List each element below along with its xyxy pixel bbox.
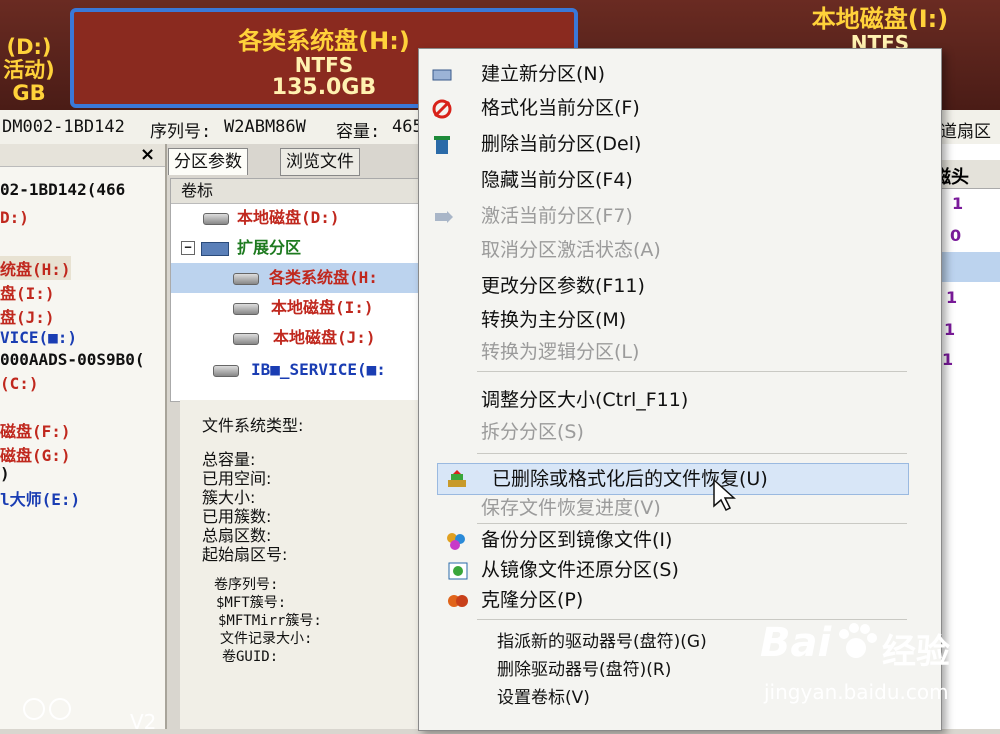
menu-item-resize[interactable]: 调整分区大小(Ctrl_F11) <box>419 385 909 415</box>
baidu-watermark: Bai 经验 jingyan.baidu.com <box>760 620 950 704</box>
serial-value: W2ABM86W <box>224 117 306 137</box>
list-item[interactable]: − 扩展分区 <box>171 233 429 263</box>
hard-disk-icon <box>233 333 259 345</box>
menu-item-format[interactable]: 格式化当前分区(F) <box>419 93 909 123</box>
partition-block-d[interactable]: (D:) 活动) GB <box>0 35 58 105</box>
menu-item-activate[interactable]: 激活当前分区(F7) <box>419 201 909 231</box>
backup-icon <box>445 530 467 550</box>
paw-icon <box>834 620 878 664</box>
sectors-label: 道扇区 <box>940 122 991 142</box>
list-item[interactable]: 本地磁盘(D:) <box>171 203 429 233</box>
extended-partition-icon <box>201 242 229 256</box>
disk-tree-panel: × 02-1BD142(466 D:) 统盘(H:) 盘(I:) 盘(J:) V… <box>0 144 167 729</box>
tree-item-i[interactable]: 盘(I:) <box>0 280 55 304</box>
new-partition-icon <box>431 64 453 84</box>
camera-watermark-icon <box>20 696 76 722</box>
tree-item-service[interactable]: VICE(■:) <box>0 328 77 347</box>
prop-start-sector: 起始扇区号: <box>202 545 288 564</box>
tree-item-disk2[interactable]: 000AADS-00S9B0( <box>0 350 145 369</box>
activate-icon <box>431 206 453 226</box>
prop-fs-type: 文件系统类型: <box>202 416 304 435</box>
prop-mftmirr: $MFTMirr簇号: <box>218 613 322 629</box>
hide-icon <box>431 170 453 190</box>
menu-item-file-recovery[interactable]: 已删除或格式化后的文件恢复(U) <box>437 463 909 495</box>
tree-item-e[interactable]: l大师(E:) <box>0 486 80 510</box>
tree-item-c[interactable]: (C:) <box>0 374 39 393</box>
capacity-label: 容量: <box>336 122 381 142</box>
tab-partition-params[interactable]: 分区参数 <box>168 148 248 175</box>
menu-item-clone[interactable]: 克隆分区(P) <box>419 585 909 615</box>
collapse-icon[interactable]: − <box>181 241 195 255</box>
mouse-cursor-icon <box>712 478 738 512</box>
list-item[interactable]: 本地磁盘(I:) <box>171 293 429 323</box>
menu-item-hide[interactable]: 隐藏当前分区(F4) <box>419 165 909 195</box>
bottom-left-text: V2 <box>130 710 157 734</box>
menu-separator <box>477 523 907 524</box>
tree-item-f[interactable]: 磁盘(F:) <box>0 418 71 442</box>
list-item[interactable]: IB■_SERVICE(■: <box>171 355 429 385</box>
partition-properties: 文件系统类型: 总容量: 已用空间: 簇大小: 已用簇数: 总扇区数: 起始扇区… <box>180 400 430 729</box>
hard-disk-icon <box>233 303 259 315</box>
menu-item-to-primary[interactable]: 转换为主分区(M) <box>419 305 909 335</box>
prop-record-size: 文件记录大小: <box>220 631 313 647</box>
tree-item-j[interactable]: 盘(J:) <box>0 304 55 328</box>
serial-label: 序列号: <box>150 122 212 142</box>
prop-guid: 卷GUID: <box>222 649 279 665</box>
table-cell: 1 <box>942 350 954 369</box>
tab-bar: 分区参数 浏览文件 <box>168 146 430 176</box>
menu-separator <box>477 453 907 454</box>
menu-item-new-partition[interactable]: 建立新分区(N) <box>419 59 909 89</box>
prop-vol-serial: 卷序列号: <box>214 577 279 593</box>
menu-item-to-logical[interactable]: 转换为逻辑分区(L) <box>419 337 909 367</box>
menu-item-deactivate[interactable]: 取消分区激活状态(A) <box>419 235 909 265</box>
menu-item-save-progress[interactable]: 保存文件恢复进度(V) <box>419 493 909 523</box>
tree-item-disk1[interactable]: 02-1BD142(466 <box>0 180 125 199</box>
tree-item-g[interactable]: 磁盘(G:) <box>0 442 71 466</box>
tree-item-misc[interactable]: ) <box>0 464 10 483</box>
tree-panel-header: × <box>0 144 165 167</box>
recover-files-icon <box>446 469 468 489</box>
table-cell: 1 <box>946 288 958 307</box>
table-cell: 1 <box>952 194 964 213</box>
trash-icon <box>431 134 453 154</box>
hard-disk-icon <box>203 213 229 225</box>
list-item[interactable]: 本地磁盘(J:) <box>171 323 429 353</box>
close-icon[interactable]: × <box>140 144 155 165</box>
clone-icon <box>447 590 469 610</box>
menu-item-restore[interactable]: 从镜像文件还原分区(S) <box>419 555 909 585</box>
disk-model: DM002-1BD142 <box>2 117 125 137</box>
hard-disk-icon <box>233 273 259 285</box>
menu-separator <box>477 371 907 372</box>
hard-disk-icon <box>213 365 239 377</box>
table-cell: 1 <box>944 320 956 339</box>
table-cell: 0 <box>950 226 962 245</box>
format-icon <box>431 98 453 119</box>
tab-browse-files[interactable]: 浏览文件 <box>280 148 360 176</box>
restore-icon <box>447 560 469 580</box>
menu-item-split[interactable]: 拆分分区(S) <box>419 417 909 447</box>
prop-mft: $MFT簇号: <box>216 595 287 611</box>
menu-item-change-params[interactable]: 更改分区参数(F11) <box>419 271 909 301</box>
menu-item-backup[interactable]: 备份分区到镜像文件(I) <box>419 525 909 555</box>
partition-list: 卷标 本地磁盘(D:) − 扩展分区 各类系统盘(H: 本地磁盘(I:) 本地磁… <box>170 178 432 402</box>
tree-item-h[interactable]: 统盘(H:) <box>0 256 71 280</box>
tree-item-d[interactable]: D:) <box>0 208 29 227</box>
menu-item-delete[interactable]: 删除当前分区(Del) <box>419 129 909 159</box>
column-header-label[interactable]: 卷标 <box>171 179 431 204</box>
list-item[interactable]: 各类系统盘(H: <box>171 263 429 293</box>
